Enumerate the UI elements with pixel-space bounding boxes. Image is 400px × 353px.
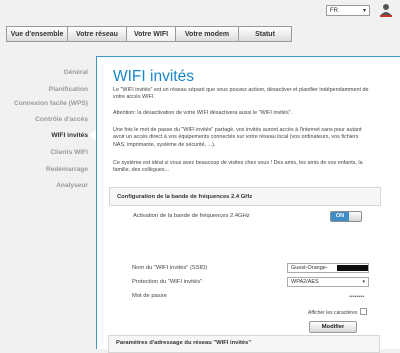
band-section-title: Configuration de la bande de fréquences … [117,194,253,200]
tab-vue-ensemble[interactable]: Vue d'ensemble [6,26,67,42]
modify-button[interactable]: Modifier [309,321,357,333]
tab-votre-reseau[interactable]: Votre réseau [67,26,126,42]
page-title: WIFI invités [113,68,194,85]
content-panel: WIFI invités Le "WIFI invités" est un ré… [96,56,400,349]
tab-votre-modem[interactable]: Votre modem [175,26,238,42]
share-info-text: Une fois le mot de passe du "WIFI invité… [113,127,362,148]
language-select[interactable]: FR ▾ [326,5,370,16]
toggle-knob [349,212,361,221]
addressing-section-title: Paramètres d'adressage du réseau "WIFI i… [116,340,252,346]
intro-text: Le "WIFI invités" est un réseau séparé q… [113,87,369,101]
ideal-text: Ce système est idéal si vous avez beauco… [113,160,363,174]
user-icon[interactable] [379,3,393,18]
toggle-on-label: ON [331,212,349,221]
ssid-value: Guest-Orange- [291,265,328,271]
band-activation-label: Activation de la bande de fréquences 2.4… [133,213,250,219]
sidebar-item-redemarrage[interactable]: Redémarrage [0,166,88,173]
chevron-down-icon: ▾ [362,8,366,14]
protection-select[interactable]: WPA2/AES ▾ [287,277,369,287]
main-tabs: Vue d'ensemble Votre réseau Votre WIFI V… [6,26,292,42]
show-chars-checkbox[interactable] [360,308,367,315]
sidebar-item-wifi-invites[interactable]: WIFI invités [0,132,88,139]
band-toggle[interactable]: ON [330,211,362,222]
password-value: •••••••• [349,294,365,300]
sidebar-item-clients-wifi[interactable]: Clients WIFI [0,149,88,156]
active-item-pointer [88,130,96,140]
attention-text: Attention: la désactivation de votre WIF… [113,110,293,116]
sidebar-item-planification[interactable]: Planification [0,86,88,93]
sidebar-item-general[interactable]: Général [0,69,88,76]
tab-statut[interactable]: Statut [238,26,292,42]
show-chars-label: Afficher les caractères [308,310,358,316]
sidebar-item-wps[interactable]: Connexion facile (WPS) [0,100,88,107]
protection-label: Protection du "WIFI invités" [132,279,203,285]
protection-value: WPA2/AES [291,279,319,285]
top-bar: FR ▾ [0,0,400,20]
ssid-redaction [337,265,368,271]
ssid-label: Nom du "WIFI invités" (SSID) [132,265,208,271]
language-value: FR [330,8,338,14]
password-label: Mot de passe [132,293,167,299]
tab-votre-wifi[interactable]: Votre WIFI [126,26,175,42]
chevron-down-icon: ▾ [362,279,365,285]
sidebar-item-analyseur[interactable]: Analyseur [0,182,88,189]
sidebar-item-controle-acces[interactable]: Contrôle d'accès [0,116,88,123]
